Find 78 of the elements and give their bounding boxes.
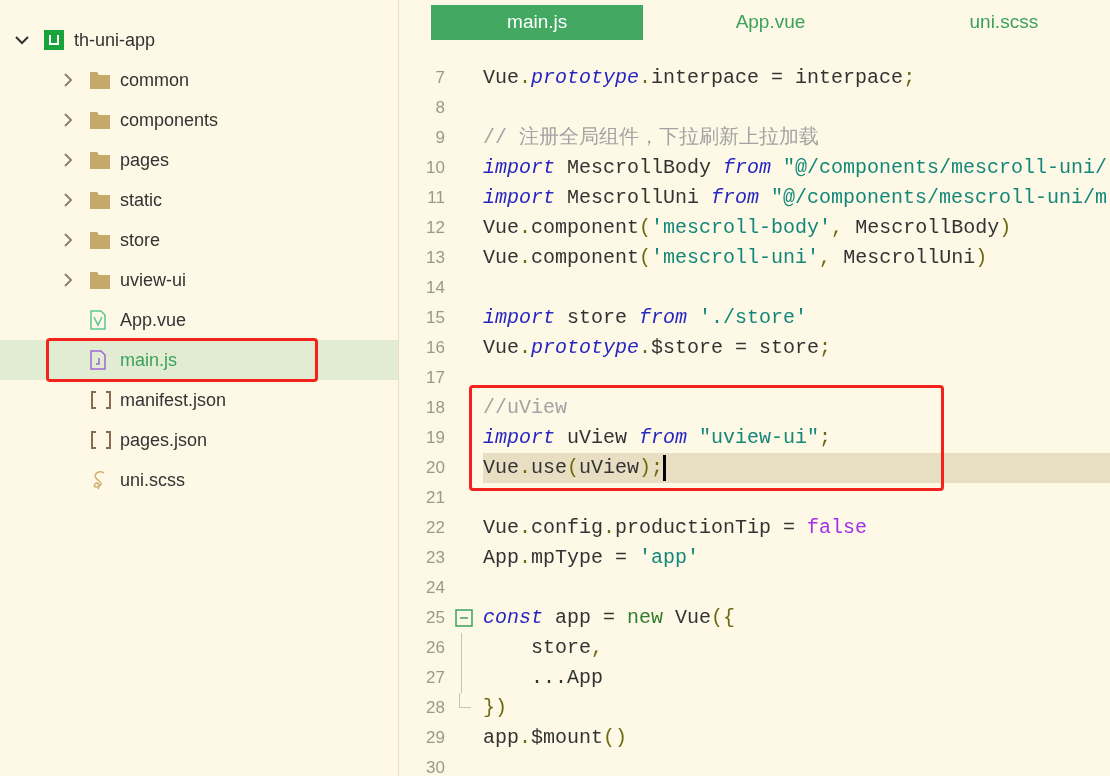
- tree-item-label: store: [120, 228, 161, 252]
- vue-file-icon: [90, 310, 106, 330]
- brackets-icon: [90, 430, 112, 450]
- code-line: Vue.component('mescroll-uni', MescrollUni): [483, 245, 988, 271]
- line-number: 17: [425, 367, 445, 390]
- tree-item-label: pages.json: [120, 428, 208, 452]
- folder-icon: [90, 151, 110, 169]
- line-number: 26: [425, 637, 445, 660]
- line-number: 18: [425, 397, 445, 420]
- tree-item-label: th-uni-app: [74, 28, 156, 52]
- js-file-icon: [90, 350, 106, 370]
- line-number: 20: [425, 457, 445, 480]
- line-number: 30: [425, 757, 445, 776]
- folder-icon: [90, 231, 110, 249]
- tree-item-label: components: [120, 108, 219, 132]
- line-number: 29: [425, 727, 445, 750]
- folder-icon: [90, 111, 110, 129]
- line-number: 9: [434, 127, 445, 150]
- folder-icon: [90, 191, 110, 209]
- code-line: Vue.config.productionTip = false: [483, 515, 868, 541]
- code-line: store,: [530, 635, 604, 661]
- code-line: Vue.prototype.$store = store;: [483, 335, 832, 361]
- line-number: 16: [425, 337, 445, 360]
- tree-item[interactable]: static: [0, 180, 398, 220]
- code-line: Vue.use(uView);: [483, 455, 664, 481]
- line-number: 28: [425, 697, 445, 720]
- line-number: 12: [425, 217, 445, 240]
- line-number: 13: [425, 247, 445, 270]
- tree-item[interactable]: components: [0, 100, 398, 140]
- project-icon: [44, 30, 64, 50]
- tree-item-label: common: [120, 68, 190, 92]
- folder-icon: [90, 71, 110, 89]
- code-line: App.mpType = 'app': [483, 545, 700, 571]
- line-number: 14: [425, 277, 445, 300]
- tree-item[interactable]: App.vue: [0, 300, 398, 340]
- tree-item[interactable]: pages: [0, 140, 398, 180]
- line-number: 8: [434, 97, 445, 120]
- tree-item-label: main.js: [120, 348, 177, 372]
- tree-item-label: manifest.json: [120, 388, 227, 412]
- code-line: import MescrollBody from "@/components/mescroll-uni/: [483, 155, 1108, 181]
- code-line: const app = new Vue({: [483, 605, 736, 631]
- line-number: 19: [425, 427, 445, 450]
- collapse-icon[interactable]: [455, 609, 473, 627]
- tree-item-label: uview-ui: [120, 268, 187, 292]
- code-line: Vue.prototype.interpace = interpace;: [483, 65, 916, 91]
- tree-item[interactable]: common: [0, 60, 398, 100]
- line-number: 10: [425, 157, 445, 180]
- tree-item[interactable]: store: [0, 220, 398, 260]
- line-number: 23: [425, 547, 445, 570]
- line-number: 11: [426, 187, 445, 210]
- tree-item[interactable]: pages.json: [0, 420, 398, 460]
- brackets-icon: [90, 390, 112, 410]
- code-line: app.$mount(): [483, 725, 628, 751]
- line-number: 15: [425, 307, 445, 330]
- line-number: 27: [425, 667, 445, 690]
- code-line: import store from './store': [483, 305, 808, 331]
- code-line: //uView: [483, 395, 567, 421]
- tree-item-label: App.vue: [120, 308, 187, 332]
- folder-icon: [90, 271, 110, 289]
- tree-item-label: pages: [120, 148, 170, 172]
- line-number: 22: [425, 517, 445, 540]
- tree-item[interactable]: uview-ui: [0, 260, 398, 300]
- code-line: import MescrollUni from "@/components/mescroll-uni/m: [483, 185, 1108, 211]
- tree-item[interactable]: manifest.json: [0, 380, 398, 420]
- tree-item[interactable]: th-uni-app: [0, 20, 398, 60]
- line-number: 24: [425, 577, 445, 600]
- code-line: // 注册全局组件，下拉刷新上拉加载: [483, 125, 819, 151]
- tree-item[interactable]: uni.scss: [0, 460, 398, 500]
- code-line: Vue.component('mescroll-body', MescrollBody): [483, 215, 1012, 241]
- tree-item-label: uni.scss: [120, 468, 186, 492]
- code-line: }): [483, 695, 507, 721]
- code-line: ...App: [530, 665, 604, 691]
- line-number: 21: [425, 487, 445, 510]
- line-number: 7: [434, 67, 445, 90]
- tree-item-label: static: [120, 188, 162, 212]
- line-number: 25: [425, 607, 445, 630]
- text-cursor: [663, 455, 667, 481]
- code-line: import uView from "uview-ui";: [483, 425, 832, 451]
